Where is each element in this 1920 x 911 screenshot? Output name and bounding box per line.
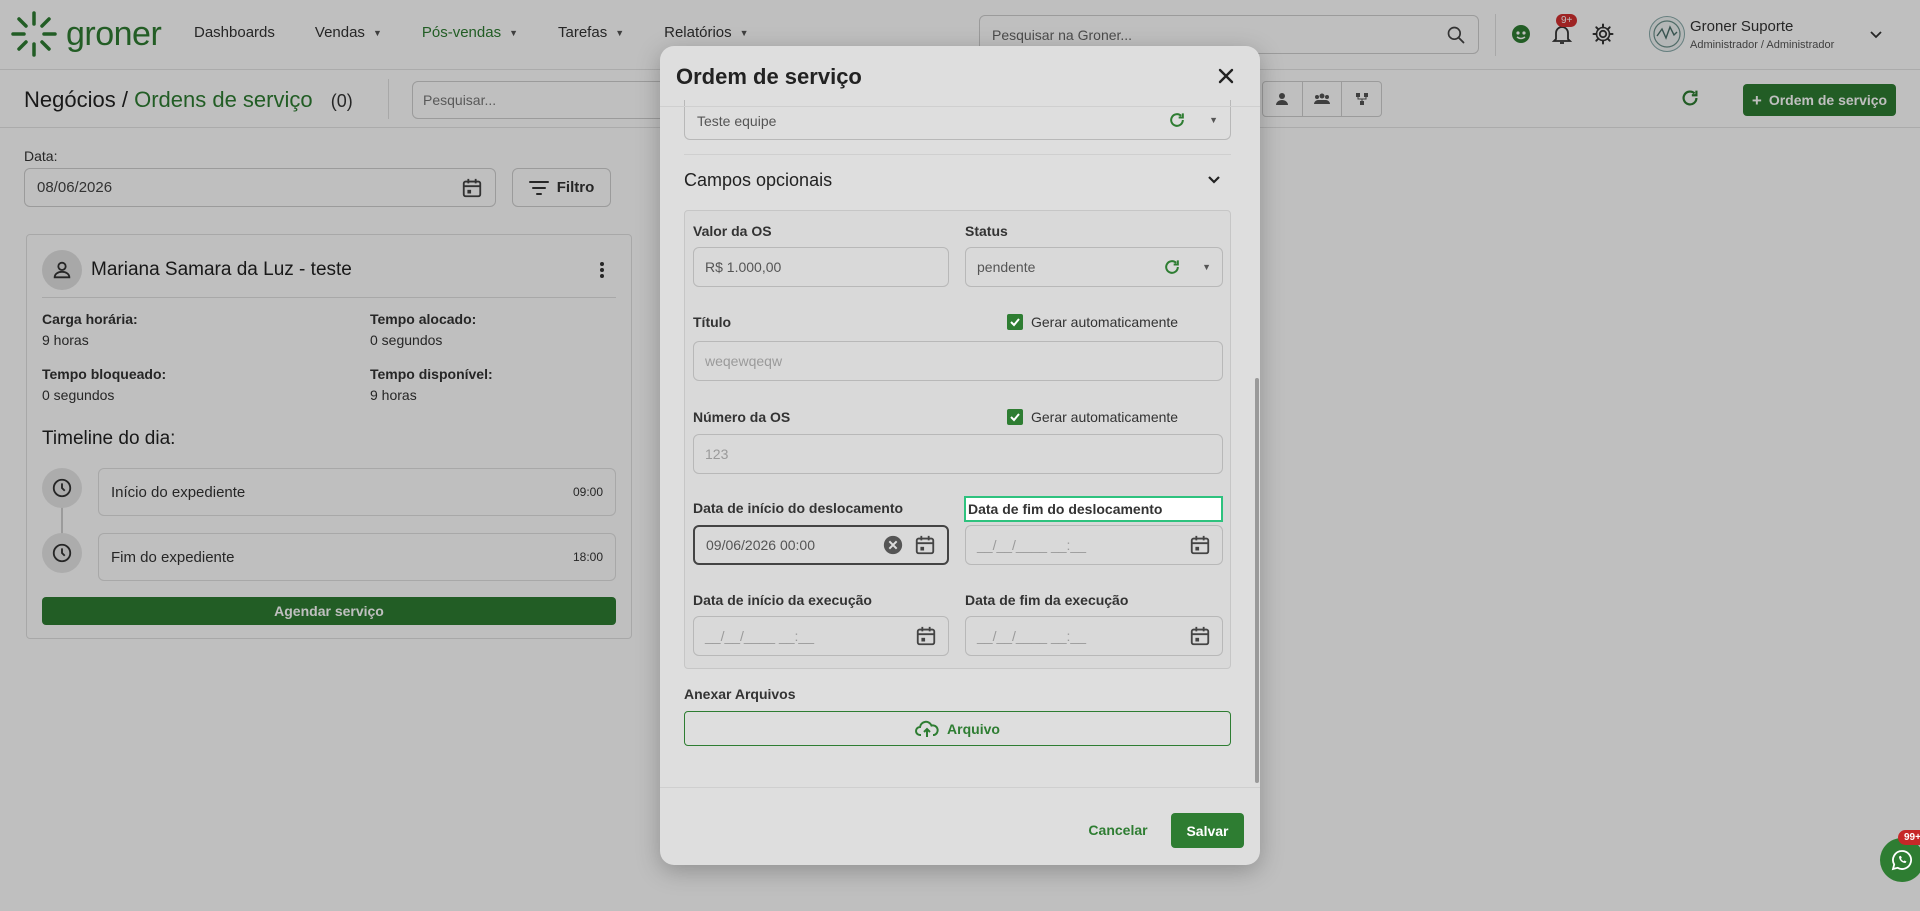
fim-execucao-label: Data de fim da execução [965, 592, 1129, 608]
service-order-modal: Ordem de serviço Teste equipe ▼ Campos o… [660, 46, 1260, 865]
dropdown-arrow-icon[interactable]: ▼ [1202, 262, 1211, 272]
attach-button-label: Arquivo [947, 720, 1000, 737]
checkbox-label: Gerar automaticamente [1031, 314, 1179, 330]
close-icon[interactable] [1216, 66, 1236, 86]
optional-fields-panel: Valor da OS R$ 1.000,00 Status pendente … [684, 210, 1231, 669]
equipe-value: Teste equipe [697, 112, 777, 129]
fim-deslocamento-label: Data de fim do deslocamento [964, 496, 1223, 522]
titulo-value: weqewqeqw [705, 353, 783, 369]
modal-title: Ordem de serviço [676, 64, 862, 89]
numero-label: Número da OS [693, 409, 791, 425]
modal-footer-divider [660, 787, 1260, 788]
status-label: Status [965, 223, 1008, 239]
status-select[interactable]: pendente ▼ [965, 247, 1223, 287]
cloud-upload-icon [915, 720, 939, 737]
dropdown-arrow-icon[interactable]: ▼ [1209, 115, 1218, 125]
attach-label: Anexar Arquivos [684, 686, 796, 702]
modal-header-divider [660, 106, 1260, 107]
clear-icon[interactable] [882, 534, 904, 556]
inicio-execucao-input[interactable]: __/__/____ __:__ [693, 616, 949, 656]
inicio-deslocamento-value: 09/06/2026 00:00 [706, 537, 815, 553]
whatsapp-badge: 99+ [1898, 830, 1920, 845]
inicio-deslocamento-label: Data de início do deslocamento [693, 500, 904, 516]
numero-auto-checkbox[interactable]: Gerar automaticamente [1007, 409, 1178, 425]
date-placeholder: __/__/____ __:__ [977, 628, 1086, 644]
whatsapp-icon [1891, 850, 1912, 871]
valor-label: Valor da OS [693, 223, 772, 239]
checkbox-label: Gerar automaticamente [1031, 409, 1179, 425]
divider [684, 154, 1231, 155]
scrollbar-thumb[interactable] [1255, 378, 1259, 783]
attach-file-button[interactable]: Arquivo [684, 711, 1231, 746]
valor-input[interactable]: R$ 1.000,00 [693, 247, 949, 287]
optional-fields-title[interactable]: Campos opcionais [684, 170, 832, 191]
refresh-icon[interactable] [1162, 257, 1182, 277]
inicio-execucao-label: Data de início da execução [693, 592, 872, 608]
valor-value: R$ 1.000,00 [705, 259, 782, 275]
fim-execucao-input[interactable]: __/__/____ __:__ [965, 616, 1223, 656]
date-placeholder: __/__/____ __:__ [705, 628, 814, 644]
fim-deslocamento-input[interactable]: __/__/____ __:__ [965, 525, 1223, 565]
titulo-input[interactable]: weqewqeqw [693, 341, 1223, 381]
cancel-button[interactable]: Cancelar [1078, 813, 1158, 847]
calendar-icon[interactable] [915, 625, 937, 647]
numero-value: 123 [705, 446, 729, 462]
calendar-icon[interactable] [1189, 534, 1211, 556]
calendar-icon[interactable] [1189, 625, 1211, 647]
titulo-label: Título [693, 314, 732, 330]
numero-input[interactable]: 123 [693, 434, 1223, 474]
checkbox-checked-icon [1007, 314, 1023, 330]
date-placeholder: __/__/____ __:__ [977, 537, 1086, 553]
chevron-down-icon[interactable] [1205, 170, 1223, 188]
checkbox-checked-icon [1007, 409, 1023, 425]
refresh-icon[interactable] [1167, 110, 1187, 130]
status-value: pendente [977, 259, 1036, 275]
titulo-auto-checkbox[interactable]: Gerar automaticamente [1007, 314, 1178, 330]
save-button[interactable]: Salvar [1171, 813, 1244, 848]
inicio-deslocamento-input[interactable]: 09/06/2026 00:00 [693, 525, 949, 565]
calendar-icon[interactable] [914, 534, 936, 556]
